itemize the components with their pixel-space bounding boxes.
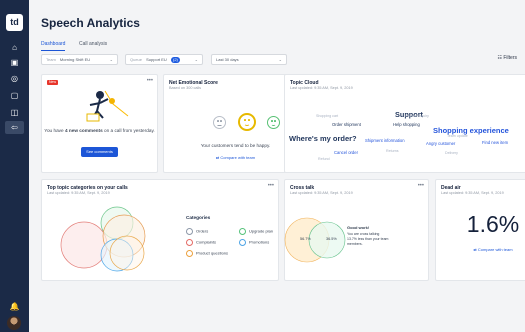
- queue-filter-label: Queue: [130, 57, 143, 62]
- illustration-paper: [86, 113, 100, 122]
- comments-message-part: on a call from yesterday.: [102, 128, 155, 133]
- topic-word[interactable]: Cancel order: [334, 150, 358, 155]
- topic-word[interactable]: Angry customer: [426, 141, 455, 146]
- face-mouth: [243, 121, 251, 127]
- see-comments-button[interactable]: See comments: [81, 147, 118, 157]
- team-cross-talk-value: 56.7%: [300, 237, 311, 241]
- orders-circle: [60, 221, 108, 269]
- topic-word[interactable]: Returns: [386, 149, 399, 153]
- bell-icon[interactable]: 🔔: [9, 301, 20, 312]
- topic-word[interactable]: Find new item: [482, 140, 508, 145]
- card-subtitle: Last updated: 9:35 AM, Sept. 9, 2019: [290, 86, 353, 90]
- topic-word[interactable]: Shopping cart: [316, 114, 338, 118]
- logout-icon[interactable]: ⇦: [5, 121, 24, 134]
- your-cross-talk-value: 36.5%: [326, 237, 337, 241]
- topic-word[interactable]: Order shipment: [332, 122, 361, 127]
- legend-product-questions: Product questions: [186, 250, 228, 257]
- legend-complaints-label: Complaints: [196, 239, 217, 245]
- legend-promotions: Promotions: [239, 239, 269, 246]
- illustration-line: [104, 90, 129, 117]
- topic-cloud-card: Topic Cloud Last updated: 9:35 AM, Sept.…: [284, 74, 525, 173]
- comments-card: New ••• You have 4 new comments on a cal…: [41, 74, 158, 173]
- legend-promotions-label: Promotions: [249, 239, 270, 245]
- topic-word[interactable]: Product inquiry: [405, 114, 429, 118]
- chevron-down-icon: ⌄: [109, 57, 113, 62]
- team-filter-label: Team: [46, 57, 56, 62]
- avatar[interactable]: [7, 316, 21, 330]
- compare-link-label: Compare with team: [220, 155, 256, 160]
- chat-icon[interactable]: ▢: [9, 90, 20, 101]
- topic-word[interactable]: Help shopping: [393, 122, 420, 127]
- illustration-head: [96, 91, 104, 99]
- dead-air-card: Dead air Last updated: 9:35 AM, Sept. 9,…: [435, 179, 525, 281]
- promotions-dot: [239, 239, 246, 246]
- cross-talk-message: You are cross talking 13.7% less than yo…: [347, 232, 389, 246]
- date-filter[interactable]: Last 30 days ⌄: [211, 54, 287, 65]
- clipboard-icon[interactable]: ▣: [9, 57, 20, 68]
- topic-word[interactable]: Shopping experience: [433, 126, 509, 135]
- legend-product-questions-label: Product questions: [196, 250, 229, 256]
- face-mouth: [217, 124, 222, 126]
- topic-word[interactable]: Refund: [318, 157, 330, 161]
- filters-button-label: Filters: [503, 55, 517, 61]
- compare-link-label: Compare with team: [477, 247, 513, 252]
- cross-talk-diagram: [284, 217, 346, 263]
- chevron-down-icon: ⌄: [194, 57, 198, 62]
- speech-analytics-app: td ⌂ ▣ ◎ ▢ ◫ ⇦ 🔔 ? Speech Analytics Dash…: [0, 0, 525, 332]
- product-questions-dot: [186, 250, 193, 257]
- page-title: Speech Analytics: [41, 16, 140, 30]
- topic-word[interactable]: Where's my order?: [289, 134, 357, 143]
- cross-talk-card: Cross talk Last updated: 9:35 AM, Sept. …: [284, 179, 429, 281]
- smile-face-icon: [267, 116, 280, 129]
- legend-upgrade-plan: Upgrade plan: [239, 228, 273, 235]
- illustration-bubble: [109, 98, 115, 104]
- tab-dashboard[interactable]: Dashboard: [41, 41, 66, 51]
- main-content: Speech Analytics Dashboard Call analysis…: [29, 0, 525, 332]
- comments-message: You have 4 new comments on a call from y…: [42, 128, 157, 133]
- legend-upgrade-plan-label: Upgrade plan: [249, 228, 274, 234]
- neutral-face-icon: [213, 116, 226, 129]
- topic-word[interactable]: Team update: [447, 134, 468, 138]
- legend-complaints: Complaints: [186, 239, 216, 246]
- comments-message-part: You have: [44, 128, 65, 133]
- queue-filter[interactable]: Queue Support EU (2) ⌄: [125, 54, 203, 65]
- compare-with-team-link[interactable]: ⇄ Compare with team: [436, 247, 525, 252]
- logo[interactable]: td: [6, 14, 23, 31]
- queue-count-badge: (2): [170, 57, 180, 63]
- face-mouth: [271, 122, 276, 126]
- chevron-down-icon: ⌄: [278, 57, 282, 62]
- complaints-dot: [186, 239, 193, 246]
- team-icon[interactable]: ◫: [9, 107, 20, 118]
- happy-face-icon: [238, 113, 256, 131]
- card-subtitle: Based on 300 calls: [169, 86, 202, 90]
- comment-illustration: [86, 90, 129, 122]
- sidebar: td ⌂ ▣ ◎ ▢ ◫ ⇦ 🔔 ?: [0, 0, 29, 332]
- team-filter[interactable]: Team Morning Shift EU ⌄: [41, 54, 118, 65]
- orders-dot: [186, 228, 193, 235]
- topic-categories-card: Top topic categories on your calls Last …: [41, 179, 279, 281]
- comments-count: 4 new comments: [64, 128, 103, 133]
- topic-word[interactable]: Delivery: [445, 151, 458, 155]
- upgrade-plan-dot: [239, 228, 246, 235]
- team-filter-value: Morning Shift EU: [59, 57, 91, 62]
- legend-orders: Orders: [186, 228, 208, 235]
- filters-button[interactable]: ☷ Filters: [498, 55, 518, 61]
- queue-filter-value: Support EU: [146, 57, 167, 62]
- legend-title: Categories: [186, 215, 211, 220]
- cross-talk-message-title: Good work!: [347, 225, 370, 230]
- date-filter-value: Last 30 days: [216, 57, 239, 62]
- home-icon[interactable]: ⌂: [9, 42, 20, 53]
- topic-word[interactable]: Shipment information: [365, 138, 405, 143]
- card-subtitle: Last updated: 9:35 AM, Sept. 9, 2019: [441, 191, 504, 195]
- legend-orders-label: Orders: [196, 228, 209, 234]
- compass-icon[interactable]: ◎: [9, 73, 20, 84]
- product-questions-circle: [109, 235, 145, 271]
- dead-air-value: 1.6%: [466, 211, 520, 237]
- tab-call-analysis[interactable]: Call analysis: [79, 41, 107, 47]
